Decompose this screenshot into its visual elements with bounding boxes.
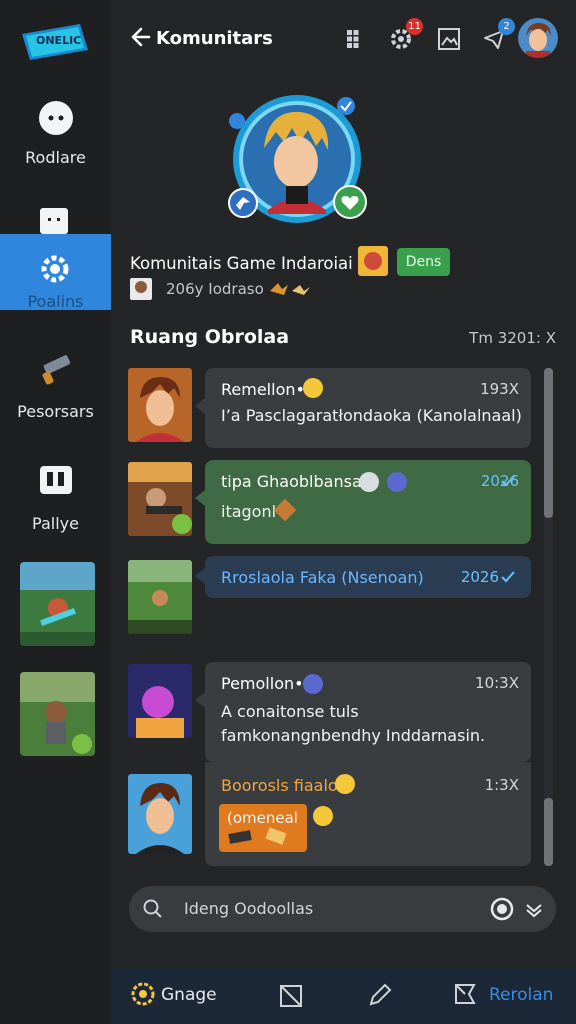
- send-icon[interactable]: 2: [481, 18, 515, 52]
- nav-label: Rerolan: [489, 985, 554, 1005]
- message-bubble[interactable]: tipa Ghaoblbansan 2026 itagonl: [195, 460, 531, 544]
- gun-icon: [41, 355, 70, 385]
- message-sender: Remellon•: [221, 380, 305, 399]
- double-check-icon: [501, 475, 515, 487]
- message-avatar[interactable]: [128, 664, 192, 738]
- page-title: Komunitars: [156, 28, 273, 49]
- sidebar-item-rodlare[interactable]: Rodlare: [0, 100, 111, 167]
- grid-icon[interactable]: [343, 26, 369, 52]
- game-thumbnail-2[interactable]: [20, 672, 95, 756]
- image-off-icon[interactable]: [279, 984, 303, 1008]
- game-badge-icon: [358, 246, 388, 276]
- flower-icon: [131, 982, 155, 1006]
- sidebar-item-label: Pesorsars: [17, 402, 94, 421]
- bottom-nav: Gnage Rerolan: [111, 968, 576, 1024]
- double-check-icon: [501, 571, 515, 583]
- message-time: 10:3X: [475, 674, 519, 692]
- message-bubble[interactable]: Pemollon• 10:3X A conaitonse tuls famkon…: [195, 662, 531, 762]
- bracket-icon: [39, 466, 72, 494]
- game-bird-icon: [228, 188, 258, 218]
- attachment-card[interactable]: (omeneal: [219, 804, 307, 852]
- message-text: A conaitonse tuls famkonangnbendhy Indda…: [221, 702, 486, 745]
- top-bar: Komunitars 11 2: [111, 0, 576, 80]
- record-icon[interactable]: [490, 897, 514, 921]
- heart-icon: [333, 185, 367, 219]
- bird-emoji-icon: [303, 674, 323, 694]
- smile-emoji-icon: [303, 378, 323, 398]
- flag-icon: [455, 984, 476, 1004]
- message-badge: 2: [498, 18, 515, 35]
- message-sender: Pemollon•: [221, 674, 304, 693]
- back-arrow-icon[interactable]: [129, 26, 151, 48]
- nav-label: Gnage: [161, 985, 217, 1005]
- image-icon[interactable]: [436, 26, 462, 52]
- section-meta: Tm 3201: X: [469, 329, 556, 347]
- message-bubble[interactable]: Remellon• 193X I’a Pasclagaratłondaoka (…: [195, 368, 531, 448]
- group-name: Komunitais Game Indaroiai: [130, 254, 353, 273]
- sidebar-item-label: Pallye: [32, 514, 79, 533]
- member-avatar-icon: [130, 278, 152, 300]
- message-input-placeholder: Ideng Oodoollas: [184, 899, 314, 918]
- sidebar: ONELIC Rodlare Poalins Pesorsars Pallye: [0, 0, 111, 1024]
- message-bubble[interactable]: Boorosls fiaalox 1:3X (omeneal: [205, 762, 531, 866]
- smile-emoji-icon: [335, 774, 355, 794]
- attachment-label: (omeneal: [227, 809, 298, 827]
- sidebar-item-label: Poalins: [27, 292, 84, 311]
- scrollbar-thumb[interactable]: [544, 368, 553, 518]
- edit-pen-icon[interactable]: [367, 982, 393, 1008]
- emoji-icon: [359, 472, 379, 492]
- nav-item-gnage[interactable]: Gnage: [131, 982, 241, 1012]
- message-avatar[interactable]: [128, 560, 192, 634]
- nav-item-rerolan[interactable]: Rerolan: [453, 982, 563, 1012]
- search-icon: [143, 899, 162, 918]
- message-time: 1:3X: [484, 776, 519, 794]
- sidebar-item-label: Rodlare: [25, 148, 86, 167]
- message-time: 2026: [460, 568, 499, 586]
- verified-icon: [337, 97, 355, 115]
- message-sender: tipa Ghaoblbansan: [221, 472, 372, 491]
- message-text: itagonl: [221, 502, 277, 521]
- message-bubble[interactable]: Rroslaola Faka (Nsenoan) 2026: [195, 556, 531, 598]
- flying-birds-icon: [270, 283, 310, 295]
- chevron-down-icon[interactable]: [524, 899, 544, 919]
- scrollbar-thumb-secondary[interactable]: [544, 798, 553, 866]
- sidebar-item-pallye[interactable]: Pallye: [0, 464, 111, 533]
- join-button[interactable]: Dens: [397, 248, 450, 276]
- message-text: I’a Pasclagaratłondaoka (Kanolalnaal): [221, 406, 522, 425]
- section-title: Ruang Obrolaa: [130, 326, 290, 348]
- message-avatar[interactable]: [128, 368, 192, 442]
- message-avatar[interactable]: [128, 774, 192, 854]
- community-avatar[interactable]: [228, 92, 367, 226]
- bird-emoji-icon: [273, 498, 297, 522]
- gear-icon: [41, 255, 69, 283]
- message-time: 193X: [480, 380, 519, 398]
- message-sender: Rroslaola Faka (Nsenoan): [221, 568, 424, 587]
- message-sender: Boorosls fiaalox: [221, 776, 347, 795]
- bird-emoji-icon: [387, 472, 407, 492]
- chat-dots-icon: [38, 101, 73, 135]
- notification-gear-icon[interactable]: 11: [389, 18, 423, 52]
- small-chat-icon: [40, 208, 68, 234]
- user-avatar[interactable]: [518, 18, 558, 58]
- message-input[interactable]: Ideng Oodoollas: [129, 886, 556, 932]
- sidebar-item-pesorsars[interactable]: Pesorsars: [0, 352, 111, 421]
- app-logo[interactable]: ONELIC: [20, 20, 90, 62]
- svg-text:ONELIC: ONELIC: [36, 34, 81, 47]
- blue-bird-icon: [229, 113, 245, 129]
- game-thumbnail-1[interactable]: [20, 562, 95, 646]
- gun-icon: [228, 830, 252, 844]
- group-subtitle: 206y Iodraso: [166, 280, 264, 298]
- sidebar-item-poalins[interactable]: Poalins: [0, 234, 111, 311]
- message-avatar[interactable]: [128, 462, 192, 536]
- smile-emoji-icon: [313, 806, 333, 826]
- notification-badge: 11: [406, 18, 423, 35]
